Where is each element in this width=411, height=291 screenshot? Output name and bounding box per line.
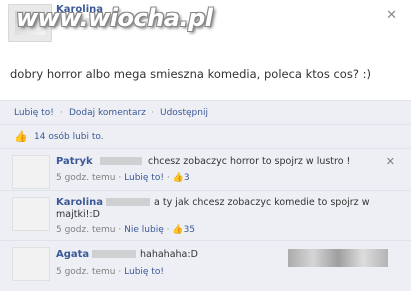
comment-item: Karolina a ty jak chcesz zobaczyc komedi… [0, 190, 411, 241]
comment-text-line1: a ty jak chcesz zobaczyc komedie to spoj… [154, 197, 370, 208]
thumbs-up-icon: 👍 [172, 225, 184, 235]
comment-time: 5 godz. temu [56, 267, 116, 277]
comment-like-link[interactable]: Lubię to! [124, 267, 164, 277]
share-link[interactable]: Udostępnij [160, 108, 208, 118]
redacted-surname [100, 157, 142, 165]
comment-like-count[interactable]: 3 [184, 173, 190, 183]
likes-count-link[interactable]: 14 osób lubi to. [34, 132, 104, 142]
post-header: Karolina www.wiocha.pl ✕ [0, 0, 411, 50]
thumbs-up-icon: 👍 [14, 130, 28, 143]
action-separator: · [60, 108, 63, 118]
comment-meta: 5 godz. temu · Lubię to! · 👍3 [56, 173, 190, 183]
comment-author[interactable]: Karolina [56, 197, 103, 208]
meta-separator: · [118, 267, 122, 277]
redacted-surname [92, 250, 136, 258]
commenter-avatar[interactable] [12, 247, 50, 281]
comment-meta: 5 godz. temu · Lubię to! [56, 267, 164, 277]
commenter-avatar[interactable] [12, 155, 50, 189]
meta-separator: · [118, 173, 122, 183]
comment-unlike-link[interactable]: Nie lubię [124, 225, 164, 235]
comment-time: 5 godz. temu [56, 173, 116, 183]
thumbs-up-icon: 👍 [172, 173, 184, 183]
comment-like-link[interactable]: Lubię to! [124, 173, 164, 183]
likes-summary: 👍 14 osób lubi to. [0, 124, 411, 149]
meta-separator: · [118, 225, 122, 235]
comment-author[interactable]: Patryk [56, 156, 93, 167]
redacted-surname [106, 198, 150, 206]
like-link[interactable]: Lubię to! [14, 108, 54, 118]
close-icon[interactable]: ✕ [386, 155, 395, 168]
comment-time: 5 godz. temu [56, 225, 116, 235]
comment-item: Patryk chcesz zobaczyc horror to spojrz … [0, 148, 411, 191]
post-actions-bar: Lubię to! · Dodaj komentarz · Udostępnij [0, 100, 411, 125]
comment-meta: 5 godz. temu · Nie lubię · 👍35 [56, 225, 195, 235]
comment-text-line2: majtki!:D [56, 209, 100, 220]
post-text: dobry horror albo mega smieszna komedia,… [10, 67, 371, 81]
site-watermark: www.wiocha.pl [16, 4, 213, 32]
action-separator: · [151, 108, 154, 118]
comment-like-count[interactable]: 35 [184, 225, 195, 235]
comment-author[interactable]: Agata [56, 249, 89, 260]
comment-text: hahahaha:D [140, 249, 198, 260]
commenter-avatar[interactable] [12, 197, 50, 231]
close-icon[interactable]: ✕ [386, 8, 397, 23]
blurred-region [288, 249, 388, 267]
meta-separator: · [166, 225, 170, 235]
comment-item: Agata hahahaha:D 5 godz. temu · Lubię to… [0, 240, 411, 291]
add-comment-link[interactable]: Dodaj komentarz [69, 108, 146, 118]
meta-separator: · [166, 173, 170, 183]
comment-text: chcesz zobaczyc horror to spojrz w lustr… [148, 156, 351, 167]
